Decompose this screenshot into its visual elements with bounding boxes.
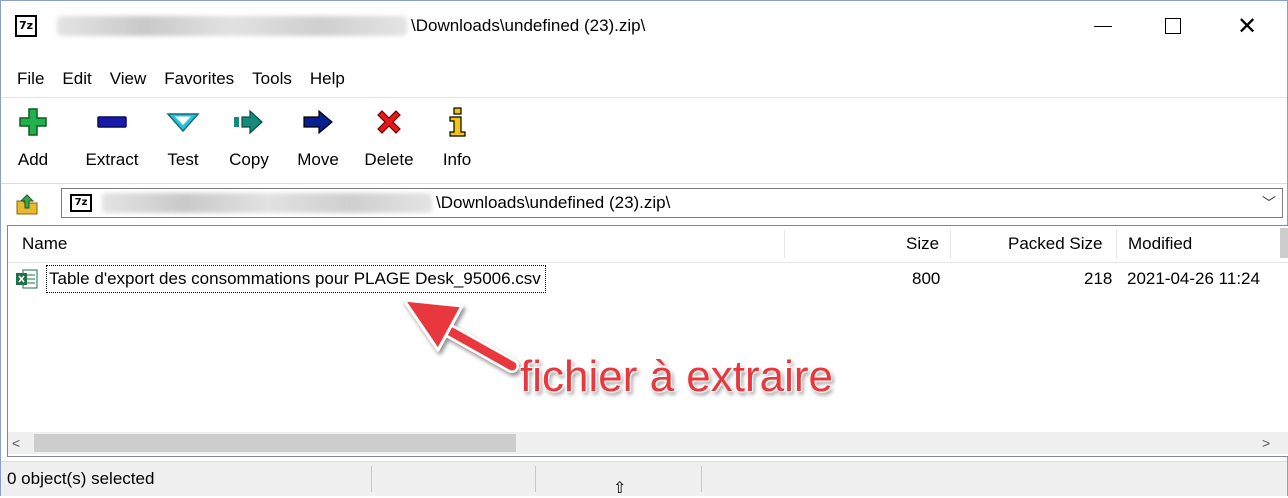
- file-list: Name Size Packed Size Modified Table d'e…: [7, 225, 1288, 457]
- table-row[interactable]: Table d'export des consommations pour PL…: [8, 264, 1278, 294]
- copy-arrow-icon: [229, 102, 269, 142]
- selection-status: 0 object(s) selected: [7, 469, 155, 488]
- column-header-modified[interactable]: Modified: [1128, 226, 1192, 262]
- vertical-scrollbar[interactable]: [1280, 228, 1288, 258]
- status-divider: [535, 466, 536, 492]
- window-title: \Downloads\undefined (23).zip\: [49, 13, 645, 39]
- test-label: Test: [167, 150, 199, 169]
- add-plus-icon: [13, 102, 53, 142]
- folder-up-icon[interactable]: [15, 192, 39, 216]
- annotation-label: fichier à extraire: [520, 352, 834, 401]
- delete-button[interactable]: Delete: [361, 102, 417, 178]
- extract-label: Extract: [85, 150, 139, 169]
- close-button[interactable]: ✕: [1215, 1, 1279, 51]
- delete-label: Delete: [364, 150, 414, 169]
- address-field[interactable]: 7z \Downloads\undefined (23).zip\ ﹀: [61, 188, 1283, 218]
- menu-bar: File Edit View Favorites Tools Help: [1, 63, 354, 95]
- maximize-button[interactable]: [1141, 1, 1205, 51]
- 7zip-archive-icon: 7z: [70, 194, 92, 212]
- copy-button[interactable]: Copy: [223, 102, 275, 178]
- column-divider[interactable]: [1116, 230, 1117, 258]
- list-header: Name Size Packed Size Modified: [8, 226, 1288, 263]
- move-button[interactable]: Move: [291, 102, 345, 178]
- menu-help[interactable]: Help: [301, 63, 354, 95]
- status-divider: [701, 466, 702, 492]
- scroll-left-icon[interactable]: <: [12, 432, 30, 454]
- menu-edit[interactable]: Edit: [53, 63, 100, 95]
- info-button[interactable]: Info: [437, 102, 477, 178]
- 7zip-window: 7z \Downloads\undefined (23).zip\ ✕ File…: [0, 0, 1288, 497]
- file-packed-size: 218: [1084, 269, 1113, 288]
- menu-file[interactable]: File: [1, 63, 53, 95]
- file-name: Table d'export des consommations pour PL…: [46, 265, 546, 293]
- window-title-text: \Downloads\undefined (23).zip\: [411, 16, 646, 35]
- status-divider: [371, 466, 372, 492]
- redacted-path-blur: [57, 16, 407, 36]
- file-size: 800: [912, 269, 941, 288]
- column-divider[interactable]: [784, 230, 785, 258]
- scroll-right-icon[interactable]: >: [1262, 432, 1280, 454]
- minimize-icon: [1094, 25, 1112, 27]
- maximize-icon: [1165, 18, 1181, 34]
- horizontal-scrollbar[interactable]: < >: [8, 432, 1288, 454]
- 7zip-app-icon: 7z: [15, 15, 37, 37]
- info-i-icon: [437, 102, 477, 142]
- close-icon: ✕: [1236, 12, 1258, 40]
- address-path-text: \Downloads\undefined (23).zip\: [436, 193, 671, 212]
- file-modified: 2021-04-26 11:24: [1127, 269, 1260, 288]
- add-button[interactable]: Add: [13, 102, 53, 178]
- title-bar: 7z \Downloads\undefined (23).zip\ ✕: [1, 1, 1287, 55]
- delete-x-icon: [369, 102, 409, 142]
- copy-label: Copy: [229, 150, 269, 169]
- menu-view[interactable]: View: [101, 63, 156, 95]
- redacted-path-blur: [102, 193, 432, 213]
- move-arrow-icon: [298, 102, 338, 142]
- test-chevron-icon: [163, 102, 203, 142]
- column-header-name[interactable]: Name: [22, 226, 67, 262]
- column-divider[interactable]: [950, 230, 951, 258]
- column-header-packed-size[interactable]: Packed Size: [1008, 226, 1103, 262]
- mouse-cursor-icon: ⇧: [613, 480, 627, 497]
- address-row: 7z \Downloads\undefined (23).zip\ ﹀: [1, 183, 1287, 222]
- info-label: Info: [442, 150, 472, 169]
- add-label: Add: [17, 150, 49, 169]
- extract-button[interactable]: Extract: [79, 102, 145, 178]
- extract-minus-icon: [92, 102, 132, 142]
- status-bar: 0 object(s) selected ⇧: [1, 461, 1287, 497]
- chevron-down-icon[interactable]: ﹀: [1262, 193, 1276, 213]
- test-button[interactable]: Test: [161, 102, 205, 178]
- scroll-thumb[interactable]: [34, 434, 516, 452]
- excel-csv-icon: [16, 269, 38, 289]
- move-label: Move: [297, 150, 339, 169]
- menu-favorites[interactable]: Favorites: [155, 63, 243, 95]
- minimize-button[interactable]: [1071, 1, 1135, 51]
- column-header-size[interactable]: Size: [906, 226, 939, 262]
- toolbar: Add Extract Test Copy Move Delete Info: [1, 97, 1287, 182]
- menu-tools[interactable]: Tools: [243, 63, 301, 95]
